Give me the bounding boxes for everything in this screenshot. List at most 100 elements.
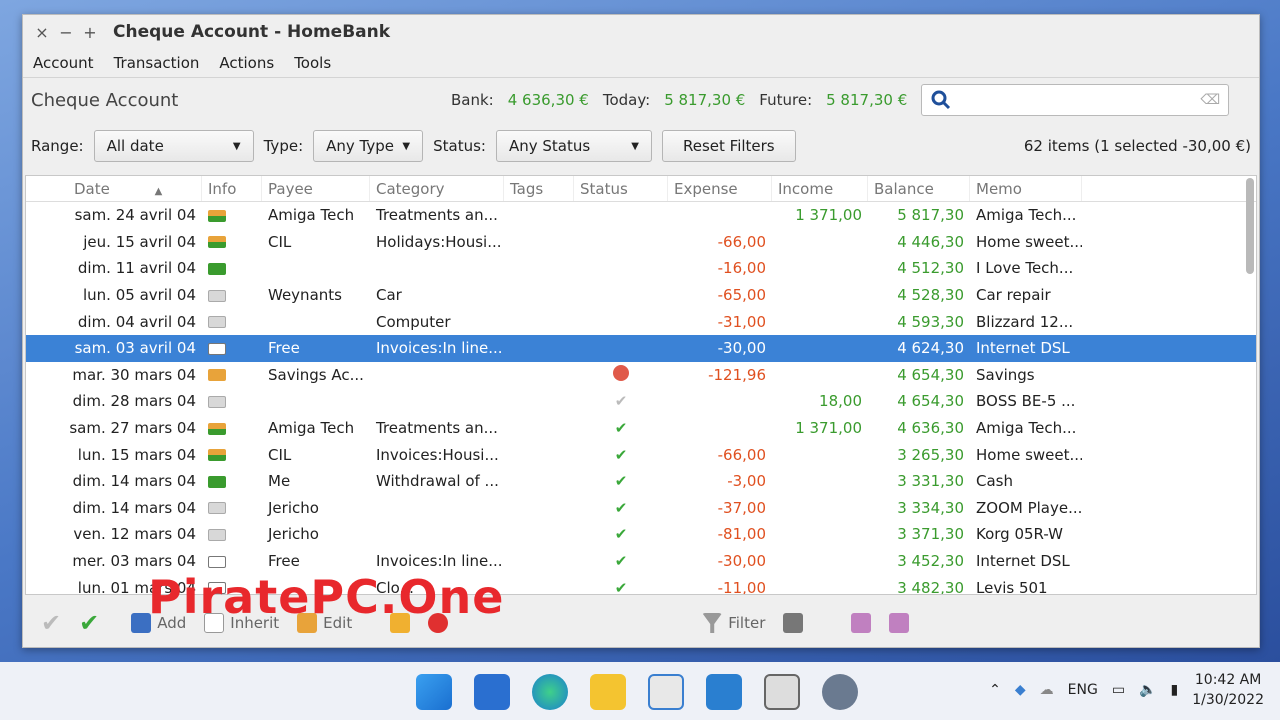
cell-expense: -16,00 (717, 259, 766, 278)
filter-button[interactable]: Filter (702, 613, 765, 633)
import-icon[interactable] (889, 613, 910, 633)
cloud-icon[interactable]: ☁ (1040, 682, 1054, 698)
transfer-icon (208, 236, 226, 249)
col-expense[interactable]: Expense (668, 176, 772, 201)
cell-payee: Me (268, 472, 291, 491)
col-income[interactable]: Income (772, 176, 868, 201)
clear-icon[interactable]: ⌫ (1200, 92, 1220, 108)
cell-date: mer. 03 mars 04 (72, 552, 196, 571)
check-grey-icon[interactable]: ✔ (41, 609, 61, 637)
table-row[interactable]: sam. 24 avril 04 Amiga Tech Treatments an.… (26, 202, 1256, 229)
col-memo[interactable]: Memo (970, 176, 1082, 201)
cell-payee: Amiga Tech (268, 206, 355, 225)
type-select[interactable]: Any Type ▼ (313, 130, 424, 162)
language-indicator[interactable]: ENG (1068, 682, 1098, 698)
col-date[interactable]: Date ▲ (26, 176, 202, 201)
table-row[interactable]: jeu. 15 avril 04 CIL Holidays:Housi... -66,… (26, 229, 1256, 256)
security-icon[interactable]: ◆ (1015, 682, 1026, 698)
col-status[interactable]: Status (574, 176, 668, 201)
table-row[interactable]: dim. 28 mars 04 ✔ 18,00 4 654,30 BOSS BE-5 .… (26, 388, 1256, 415)
export-icon[interactable] (851, 613, 872, 633)
clock[interactable]: 10:42 AM 1/30/2022 (1192, 670, 1264, 710)
cell-memo: Amiga Tech... (976, 419, 1077, 438)
start-icon[interactable] (416, 674, 452, 710)
widgets-icon[interactable] (474, 674, 510, 710)
check-grey-icon[interactable]: ✔ (615, 392, 628, 410)
table-row[interactable]: lun. 15 mars 04 CIL Invoices:Housi... ✔ -66,… (26, 441, 1256, 468)
col-info[interactable]: Info (202, 176, 262, 201)
status-value: Any Status (508, 137, 591, 155)
cell-balance: 4 654,30 (897, 365, 964, 384)
cell-expense: -30,00 (717, 339, 766, 358)
document-icon (208, 395, 226, 408)
minimize-icon[interactable]: − (59, 23, 73, 42)
settings-icon[interactable] (822, 674, 858, 710)
table-row[interactable]: mar. 30 mars 04 Savings Ac... -121,96 4 654… (26, 362, 1256, 389)
mail-icon[interactable] (706, 674, 742, 710)
col-balance[interactable]: Balance (868, 176, 970, 201)
check-green-icon[interactable]: ✔ (79, 609, 99, 637)
close-icon[interactable]: × (35, 23, 49, 42)
reset-filters-button[interactable]: Reset Filters (661, 130, 796, 162)
cash-icon (208, 262, 226, 275)
menu-transaction[interactable]: Transaction (114, 54, 200, 72)
today-value: 5 817,30 € (664, 91, 746, 109)
col-category[interactable]: Category (370, 176, 504, 201)
table-row[interactable]: lun. 05 avril 04 Weynants Car -65,00 4 528,3… (26, 282, 1256, 309)
cell-memo: Amiga Tech... (976, 206, 1077, 225)
cell-date: jeu. 15 avril 04 (83, 232, 196, 251)
table-row[interactable]: sam. 27 mars 04 Amiga Tech Treatments an..… (26, 415, 1256, 442)
check-icon[interactable]: ✔ (615, 472, 628, 490)
window-controls: × − + (35, 23, 97, 42)
table-row[interactable]: dim. 11 avril 04 -16,00 4 512,30 I Love Tec… (26, 255, 1256, 282)
cell-balance: 4 654,30 (897, 392, 964, 411)
check-icon[interactable]: ✔ (615, 552, 628, 570)
cell-date: dim. 04 avril 04 (77, 312, 196, 331)
table-row[interactable]: dim. 14 mars 04 Jericho ✔ -37,00 3 334,30 ZOO… (26, 495, 1256, 522)
menu-actions[interactable]: Actions (219, 54, 274, 72)
cell-status: ✔ (574, 446, 668, 464)
filter-icon (702, 613, 723, 633)
magic-wand-icon[interactable] (783, 613, 804, 633)
chevron-up-icon[interactable]: ⌃ (989, 682, 1001, 698)
chevron-down-icon: ▼ (232, 140, 241, 152)
cell-payee: Free (268, 339, 300, 358)
cell-balance: 4 512,30 (897, 259, 964, 278)
account-name: Cheque Account (31, 89, 179, 111)
col-payee[interactable]: Payee (262, 176, 370, 201)
cell-date: dim. 11 avril 04 (77, 259, 196, 278)
check-icon[interactable]: ✔ (615, 525, 628, 543)
maximize-icon[interactable]: + (83, 23, 97, 42)
cell-date: dim. 14 mars 04 (72, 472, 196, 491)
check-icon[interactable]: ✔ (615, 446, 628, 464)
cell-balance: 3 334,30 (897, 498, 964, 517)
edge-icon[interactable] (532, 674, 568, 710)
table-row[interactable]: dim. 14 mars 04 Me Withdrawal of ... ✔ -3,00… (26, 468, 1256, 495)
table-row[interactable]: sam. 03 avril 04 Free Invoices:In line... -… (26, 334, 1256, 362)
scrollbar[interactable] (1246, 178, 1254, 274)
network-icon[interactable]: ▭ (1112, 682, 1125, 698)
card-icon (208, 555, 226, 568)
file-explorer-icon[interactable] (590, 674, 626, 710)
col-tags[interactable]: Tags (504, 176, 574, 201)
table-row[interactable]: dim. 04 avril 04 Computer -31,00 4 593,30 Bl… (26, 308, 1256, 335)
menu-tools[interactable]: Tools (294, 54, 331, 72)
menu-account[interactable]: Account (33, 54, 94, 72)
table-row[interactable]: ven. 12 mars 04 Jericho ✔ -81,00 3 371,30 Kor… (26, 521, 1256, 548)
table-body: sam. 24 avril 04 Amiga Tech Treatments an.… (26, 202, 1256, 594)
cell-status: ✔ (574, 499, 668, 517)
cell-memo: Car repair (976, 286, 1051, 305)
search-input[interactable]: ⌫ (921, 84, 1230, 116)
warning-icon[interactable] (613, 364, 629, 381)
homebank-icon[interactable] (764, 674, 800, 710)
range-select[interactable]: All date ▼ (93, 130, 254, 162)
cell-category: Holidays:Housi... (376, 232, 502, 251)
status-select[interactable]: Any Status ▼ (495, 130, 652, 162)
cell-expense: -81,00 (717, 525, 766, 544)
check-icon[interactable]: ✔ (615, 579, 628, 594)
battery-icon[interactable]: ▮ (1170, 682, 1178, 698)
check-icon[interactable]: ✔ (615, 499, 628, 517)
store-icon[interactable] (648, 674, 684, 710)
check-icon[interactable]: ✔ (615, 419, 628, 437)
volume-icon[interactable]: 🔈 (1139, 682, 1156, 698)
